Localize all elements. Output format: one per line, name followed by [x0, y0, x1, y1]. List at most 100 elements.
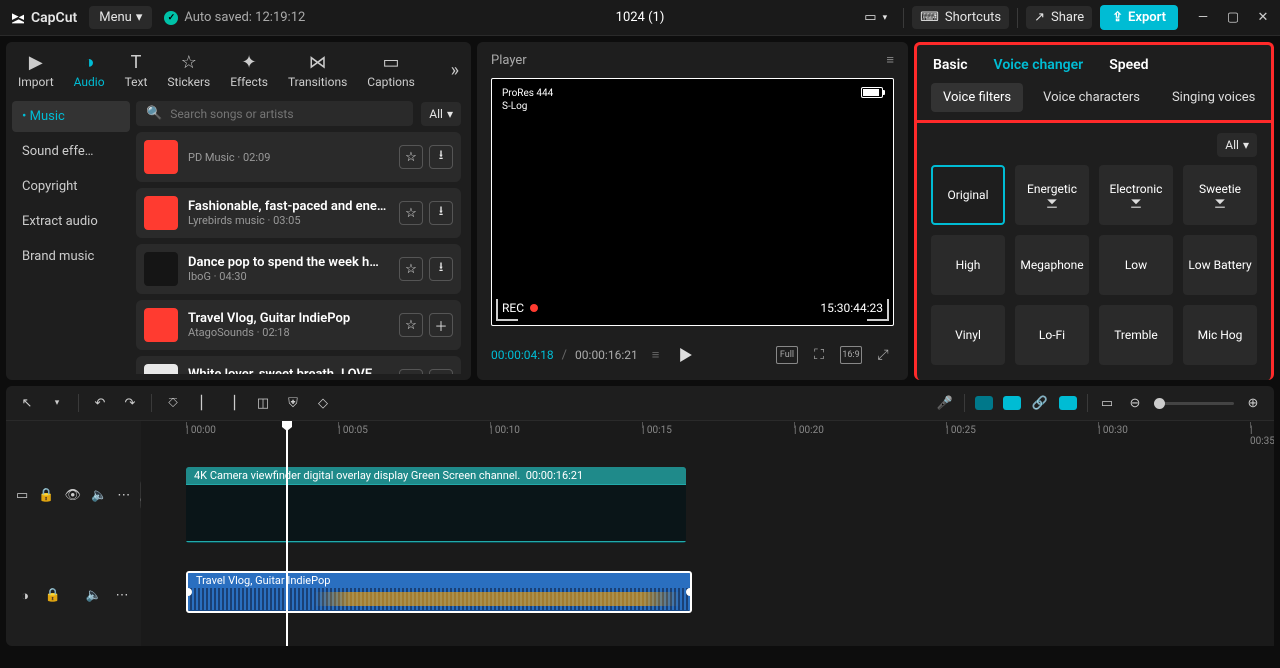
download-button[interactable]: ⭳: [429, 369, 453, 374]
play-button[interactable]: [673, 342, 699, 368]
favorite-button[interactable]: ☆: [399, 257, 423, 281]
undo-button[interactable]: ↶: [91, 396, 109, 411]
voice-tile-low[interactable]: Low: [1099, 235, 1173, 295]
selection-tool[interactable]: ↖: [18, 396, 36, 411]
voice-tile-tremble[interactable]: Tremble: [1099, 305, 1173, 365]
mode-text[interactable]: TText: [125, 52, 148, 89]
playhead[interactable]: [286, 421, 288, 646]
mode-audio[interactable]: ◑Audio: [74, 52, 105, 89]
voice-tile-high[interactable]: High: [931, 235, 1005, 295]
download-button[interactable]: ⭳: [429, 201, 453, 225]
share-button[interactable]: ↗ Share: [1026, 6, 1092, 29]
download-button[interactable]: ⭳: [429, 257, 453, 281]
download-button[interactable]: ⭳: [429, 145, 453, 169]
mic-button[interactable]: 🎤: [936, 396, 954, 411]
mode-transitions[interactable]: ⋈Transitions: [288, 52, 347, 89]
shield-tool[interactable]: ⛨: [284, 396, 302, 411]
quality-full-button[interactable]: Full: [776, 346, 798, 364]
voice-tile-original[interactable]: Original: [931, 165, 1005, 225]
subnav-brand-music[interactable]: Brand music: [12, 241, 130, 272]
mute-icon[interactable]: 🔈: [85, 588, 103, 603]
split-tool[interactable]: ⎏: [164, 396, 182, 411]
video-track-icon[interactable]: ▭: [16, 488, 28, 503]
shortcuts-button[interactable]: ⌨ Shortcuts: [912, 6, 1009, 29]
timeline-ruler[interactable]: | 00:00| 00:05| 00:10| 00:15| 00:20| 00:…: [141, 421, 1274, 445]
redo-button[interactable]: ↷: [121, 396, 139, 411]
video-clip[interactable]: 4K Camera viewfinder digital overlay dis…: [186, 467, 686, 543]
voice-tile-mic-hog[interactable]: Mic Hog: [1183, 305, 1257, 365]
voice-filter-all-button[interactable]: All ▾: [1217, 133, 1257, 157]
zoom-slider[interactable]: [1154, 402, 1234, 405]
voice-tile-lo-fi[interactable]: Lo-Fi: [1015, 305, 1089, 365]
fullscreen-button[interactable]: ⤢: [872, 346, 894, 364]
song-row[interactable]: White lover, sweet breath. LOVE … G-axis…: [136, 356, 461, 374]
subnav-extract-audio[interactable]: Extract audio: [12, 206, 130, 237]
tab-voice-changer[interactable]: Voice changer: [994, 57, 1084, 73]
voice-tile-vinyl[interactable]: Vinyl: [931, 305, 1005, 365]
link-button[interactable]: 🔗: [1031, 396, 1049, 411]
preview-toggle[interactable]: ▭: [1098, 396, 1116, 411]
mode-captions[interactable]: ▭Captions: [367, 52, 415, 89]
voice-tile-sweetie[interactable]: Sweetie: [1183, 165, 1257, 225]
favorite-button[interactable]: ☆: [399, 201, 423, 225]
search-input-wrap[interactable]: 🔍: [136, 101, 413, 126]
song-row[interactable]: PD Music · 02:09 ☆ ⭳: [136, 132, 461, 182]
favorite-button[interactable]: ☆: [399, 369, 423, 374]
tool-dropdown[interactable]: ▾: [48, 398, 66, 408]
preview-viewport[interactable]: ProRes 444 S-Log REC 15:30:44:23: [491, 78, 894, 326]
maximize-button[interactable]: ▢: [1226, 10, 1240, 25]
audio-track-icon[interactable]: ◑: [16, 588, 34, 604]
favorite-button[interactable]: ☆: [399, 313, 423, 337]
song-row[interactable]: Dance pop to spend the week h… IboG · 04…: [136, 244, 461, 294]
mode-effects[interactable]: ✦Effects: [230, 52, 268, 89]
audio-clip[interactable]: Travel Vlog, Guitar IndiePop: [186, 571, 692, 613]
crop-tool[interactable]: ◫: [254, 396, 272, 411]
mute-icon[interactable]: 🔈: [91, 488, 107, 503]
voice-tile-megaphone[interactable]: Megaphone: [1015, 235, 1089, 295]
subtab-voice-characters[interactable]: Voice characters: [1031, 83, 1152, 112]
tab-speed[interactable]: Speed: [1109, 57, 1148, 73]
mode-stickers[interactable]: ☆Stickers: [167, 52, 210, 89]
zoom-out-button[interactable]: ⊖: [1126, 396, 1144, 411]
more-icon[interactable]: ⋯: [113, 588, 131, 603]
volume-icon[interactable]: ≡: [652, 347, 660, 363]
aspect-ratio-button[interactable]: 16:9: [840, 346, 862, 364]
clip-handle-right[interactable]: [686, 588, 692, 596]
voice-tile-low-battery[interactable]: Low Battery: [1183, 235, 1257, 295]
export-button[interactable]: ⇪ Export: [1100, 5, 1178, 30]
more-icon[interactable]: ⋯: [117, 488, 130, 503]
minimize-button[interactable]: —: [1196, 10, 1210, 25]
close-button[interactable]: ✕: [1256, 10, 1270, 25]
magnet-toggle[interactable]: [1003, 396, 1021, 410]
song-title: Dance pop to spend the week h…: [188, 255, 389, 270]
subtab-voice-filters[interactable]: Voice filters: [931, 83, 1023, 112]
layout-button[interactable]: ▭▾: [856, 6, 895, 29]
voice-tile-electronic[interactable]: Electronic: [1099, 165, 1173, 225]
menu-button[interactable]: Menu ▾: [89, 6, 152, 29]
trim-right-tool[interactable]: ⎥: [224, 396, 242, 411]
frame-icon[interactable]: ⛶: [808, 346, 830, 364]
more-modes-button[interactable]: »: [451, 60, 459, 81]
voice-tile-energetic[interactable]: Energetic: [1015, 165, 1089, 225]
eye-icon[interactable]: 👁: [64, 488, 81, 503]
subtab-singing-voices[interactable]: Singing voices: [1160, 83, 1267, 112]
song-row[interactable]: Fashionable, fast-paced and ene… Lyrebir…: [136, 188, 461, 238]
subnav-sound-effects[interactable]: Sound effe…: [12, 136, 130, 167]
search-input[interactable]: [170, 107, 403, 121]
favorite-button[interactable]: ☆: [399, 145, 423, 169]
trim-left-tool[interactable]: ⎢: [194, 396, 212, 411]
lock-icon[interactable]: 🔒: [38, 488, 54, 503]
marker-tool[interactable]: ◇: [314, 396, 332, 411]
tab-basic[interactable]: Basic: [933, 57, 968, 73]
align-toggle[interactable]: [1059, 396, 1077, 410]
mode-import[interactable]: ▶Import: [18, 52, 54, 89]
lock-icon[interactable]: 🔒: [44, 588, 62, 603]
player-menu-button[interactable]: ≡: [886, 52, 894, 68]
filter-all-button[interactable]: All ▾: [421, 102, 461, 126]
subnav-music[interactable]: • Music: [12, 101, 130, 132]
song-row[interactable]: Travel Vlog, Guitar IndiePop AtagoSounds…: [136, 300, 461, 350]
snap-toggle[interactable]: [975, 396, 993, 410]
subnav-copyright[interactable]: Copyright: [12, 171, 130, 202]
zoom-in-button[interactable]: ⊕: [1244, 396, 1262, 411]
add-button[interactable]: ＋: [429, 313, 453, 337]
